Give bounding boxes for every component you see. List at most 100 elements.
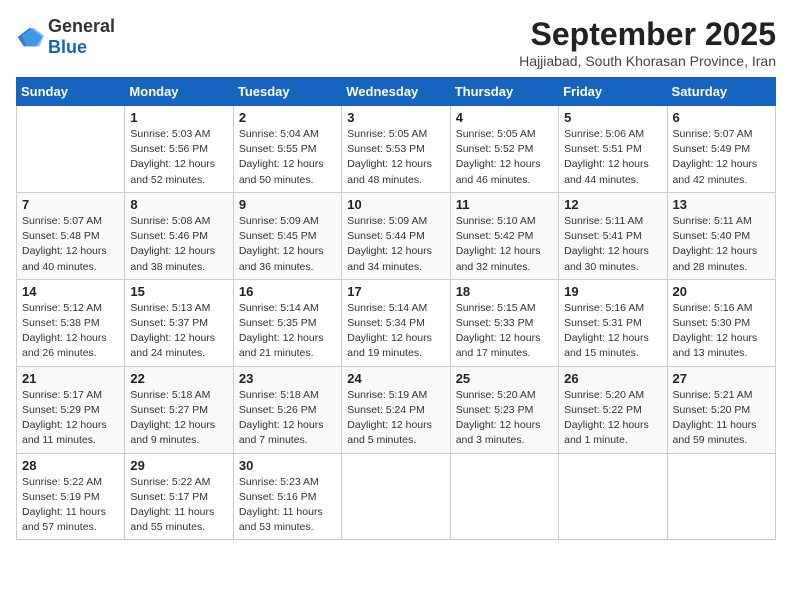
day-number: 24 — [347, 371, 444, 386]
day-info: Sunrise: 5:19 AM Sunset: 5:24 PM Dayligh… — [347, 388, 444, 449]
day-number: 6 — [673, 110, 770, 125]
calendar-cell — [559, 453, 667, 540]
day-info: Sunrise: 5:14 AM Sunset: 5:34 PM Dayligh… — [347, 301, 444, 362]
day-info: Sunrise: 5:09 AM Sunset: 5:44 PM Dayligh… — [347, 214, 444, 275]
day-number: 5 — [564, 110, 661, 125]
day-info: Sunrise: 5:18 AM Sunset: 5:26 PM Dayligh… — [239, 388, 336, 449]
calendar-cell: 8 Sunrise: 5:08 AM Sunset: 5:46 PM Daylig… — [125, 192, 233, 279]
calendar-week-4: 28 Sunrise: 5:22 AM Sunset: 5:19 PM Dayli… — [17, 453, 776, 540]
calendar-cell: 4 Sunrise: 5:05 AM Sunset: 5:52 PM Daylig… — [450, 106, 558, 193]
day-number: 26 — [564, 371, 661, 386]
calendar-cell: 15 Sunrise: 5:13 AM Sunset: 5:37 PM Dayli… — [125, 279, 233, 366]
day-number: 18 — [456, 284, 553, 299]
day-number: 2 — [239, 110, 336, 125]
day-info: Sunrise: 5:20 AM Sunset: 5:23 PM Dayligh… — [456, 388, 553, 449]
calendar-cell: 6 Sunrise: 5:07 AM Sunset: 5:49 PM Daylig… — [667, 106, 775, 193]
logo-text: General Blue — [48, 16, 115, 58]
day-number: 4 — [456, 110, 553, 125]
calendar-cell: 5 Sunrise: 5:06 AM Sunset: 5:51 PM Daylig… — [559, 106, 667, 193]
day-number: 1 — [130, 110, 227, 125]
day-info: Sunrise: 5:17 AM Sunset: 5:29 PM Dayligh… — [22, 388, 119, 449]
day-number: 30 — [239, 458, 336, 473]
day-number: 11 — [456, 197, 553, 212]
calendar-cell: 29Sunrise: 5:22 AM Sunset: 5:17 PM Dayli… — [125, 453, 233, 540]
day-number: 12 — [564, 197, 661, 212]
calendar: SundayMondayTuesdayWednesdayThursdayFrid… — [16, 77, 776, 540]
day-info: Sunrise: 5:06 AM Sunset: 5:51 PM Dayligh… — [564, 127, 661, 188]
day-info: Sunrise: 5:16 AM Sunset: 5:31 PM Dayligh… — [564, 301, 661, 362]
day-info: Sunrise: 5:15 AM Sunset: 5:33 PM Dayligh… — [456, 301, 553, 362]
day-info: Sunrise: 5:18 AM Sunset: 5:27 PM Dayligh… — [130, 388, 227, 449]
day-info: Sunrise: 5:07 AM Sunset: 5:48 PM Dayligh… — [22, 214, 119, 275]
calendar-cell: 12 Sunrise: 5:11 AM Sunset: 5:41 PM Dayli… — [559, 192, 667, 279]
col-header-wednesday: Wednesday — [342, 78, 450, 106]
day-info: Sunrise: 5:11 AM Sunset: 5:40 PM Dayligh… — [673, 214, 770, 275]
col-header-monday: Monday — [125, 78, 233, 106]
calendar-cell: 30Sunrise: 5:23 AM Sunset: 5:16 PM Dayli… — [233, 453, 341, 540]
calendar-cell — [667, 453, 775, 540]
col-header-tuesday: Tuesday — [233, 78, 341, 106]
header-row: SundayMondayTuesdayWednesdayThursdayFrid… — [17, 78, 776, 106]
calendar-cell: 20 Sunrise: 5:16 AM Sunset: 5:30 PM Dayli… — [667, 279, 775, 366]
calendar-cell: 11 Sunrise: 5:10 AM Sunset: 5:42 PM Dayli… — [450, 192, 558, 279]
calendar-cell: 19 Sunrise: 5:16 AM Sunset: 5:31 PM Dayli… — [559, 279, 667, 366]
day-number: 10 — [347, 197, 444, 212]
calendar-cell: 21Sunrise: 5:17 AM Sunset: 5:29 PM Dayli… — [17, 366, 125, 453]
day-info: Sunrise: 5:07 AM Sunset: 5:49 PM Dayligh… — [673, 127, 770, 188]
day-number: 19 — [564, 284, 661, 299]
col-header-friday: Friday — [559, 78, 667, 106]
day-number: 16 — [239, 284, 336, 299]
calendar-cell: 22 Sunrise: 5:18 AM Sunset: 5:27 PM Dayli… — [125, 366, 233, 453]
day-info: Sunrise: 5:13 AM Sunset: 5:37 PM Dayligh… — [130, 301, 227, 362]
calendar-body: 1Sunrise: 5:03 AM Sunset: 5:56 PM Daylig… — [17, 106, 776, 540]
day-info: Sunrise: 5:08 AM Sunset: 5:46 PM Dayligh… — [130, 214, 227, 275]
calendar-cell: 2 Sunrise: 5:04 AM Sunset: 5:55 PM Daylig… — [233, 106, 341, 193]
day-number: 14 — [22, 284, 119, 299]
calendar-cell: 17Sunrise: 5:14 AM Sunset: 5:34 PM Dayli… — [342, 279, 450, 366]
day-info: Sunrise: 5:04 AM Sunset: 5:55 PM Dayligh… — [239, 127, 336, 188]
day-info: Sunrise: 5:22 AM Sunset: 5:19 PM Dayligh… — [22, 475, 119, 536]
subtitle: Hajjiabad, South Khorasan Province, Iran — [519, 53, 776, 69]
header: General Blue September 2025 Hajjiabad, S… — [16, 16, 776, 69]
day-number: 3 — [347, 110, 444, 125]
calendar-cell: 10 Sunrise: 5:09 AM Sunset: 5:44 PM Dayli… — [342, 192, 450, 279]
calendar-cell: 26 Sunrise: 5:20 AM Sunset: 5:22 PM Dayli… — [559, 366, 667, 453]
day-info: Sunrise: 5:10 AM Sunset: 5:42 PM Dayligh… — [456, 214, 553, 275]
calendar-cell — [450, 453, 558, 540]
day-info: Sunrise: 5:21 AM Sunset: 5:20 PM Dayligh… — [673, 388, 770, 449]
calendar-cell: 18 Sunrise: 5:15 AM Sunset: 5:33 PM Dayli… — [450, 279, 558, 366]
title-section: September 2025 Hajjiabad, South Khorasan… — [519, 16, 776, 69]
day-number: 25 — [456, 371, 553, 386]
day-info: Sunrise: 5:11 AM Sunset: 5:41 PM Dayligh… — [564, 214, 661, 275]
day-number: 20 — [673, 284, 770, 299]
calendar-cell: 25 Sunrise: 5:20 AM Sunset: 5:23 PM Dayli… — [450, 366, 558, 453]
day-number: 27 — [673, 371, 770, 386]
day-info: Sunrise: 5:14 AM Sunset: 5:35 PM Dayligh… — [239, 301, 336, 362]
day-number: 9 — [239, 197, 336, 212]
calendar-cell: 24 Sunrise: 5:19 AM Sunset: 5:24 PM Dayli… — [342, 366, 450, 453]
calendar-week-1: 7Sunrise: 5:07 AM Sunset: 5:48 PM Daylig… — [17, 192, 776, 279]
col-header-thursday: Thursday — [450, 78, 558, 106]
calendar-week-2: 14 Sunrise: 5:12 AM Sunset: 5:38 PM Dayli… — [17, 279, 776, 366]
day-info: Sunrise: 5:09 AM Sunset: 5:45 PM Dayligh… — [239, 214, 336, 275]
day-info: Sunrise: 5:16 AM Sunset: 5:30 PM Dayligh… — [673, 301, 770, 362]
calendar-cell: 23Sunrise: 5:18 AM Sunset: 5:26 PM Dayli… — [233, 366, 341, 453]
day-info: Sunrise: 5:05 AM Sunset: 5:52 PM Dayligh… — [456, 127, 553, 188]
calendar-cell: 16 Sunrise: 5:14 AM Sunset: 5:35 PM Dayli… — [233, 279, 341, 366]
day-info: Sunrise: 5:05 AM Sunset: 5:53 PM Dayligh… — [347, 127, 444, 188]
col-header-sunday: Sunday — [17, 78, 125, 106]
calendar-cell: 14 Sunrise: 5:12 AM Sunset: 5:38 PM Dayli… — [17, 279, 125, 366]
day-info: Sunrise: 5:12 AM Sunset: 5:38 PM Dayligh… — [22, 301, 119, 362]
calendar-cell — [342, 453, 450, 540]
day-info: Sunrise: 5:20 AM Sunset: 5:22 PM Dayligh… — [564, 388, 661, 449]
day-number: 28 — [22, 458, 119, 473]
day-number: 22 — [130, 371, 227, 386]
calendar-cell: 1Sunrise: 5:03 AM Sunset: 5:56 PM Daylig… — [125, 106, 233, 193]
calendar-cell: 27 Sunrise: 5:21 AM Sunset: 5:20 PM Dayli… — [667, 366, 775, 453]
day-number: 15 — [130, 284, 227, 299]
day-number: 8 — [130, 197, 227, 212]
logo-icon — [16, 26, 44, 48]
calendar-week-0: 1Sunrise: 5:03 AM Sunset: 5:56 PM Daylig… — [17, 106, 776, 193]
col-header-saturday: Saturday — [667, 78, 775, 106]
month-title: September 2025 — [519, 16, 776, 53]
